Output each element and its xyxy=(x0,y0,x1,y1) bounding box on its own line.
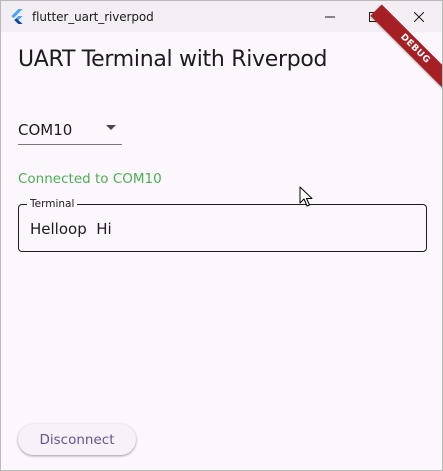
mouse-pointer-icon xyxy=(299,186,313,207)
disconnect-button[interactable]: Disconnect xyxy=(18,424,136,455)
terminal-label: Terminal xyxy=(27,198,78,210)
minimize-button[interactable] xyxy=(307,1,352,32)
flutter-logo-icon xyxy=(11,9,23,24)
window-title: flutter_uart_riverpod xyxy=(32,10,154,24)
terminal-text: Helloop Hi xyxy=(30,220,112,238)
dropdown-arrow-icon xyxy=(106,125,116,130)
app-window: flutter_uart_riverpod UART Terminal with… xyxy=(0,0,443,471)
minimize-icon xyxy=(324,16,335,17)
connection-status: Connected to COM10 xyxy=(18,171,162,187)
port-dropdown-value: COM10 xyxy=(18,121,73,139)
page-title: UART Terminal with Riverpod xyxy=(18,47,328,72)
port-dropdown[interactable]: COM10 xyxy=(18,116,122,145)
debug-banner-label: DEBUG xyxy=(398,32,432,66)
close-icon xyxy=(413,11,424,22)
terminal-field[interactable]: Terminal Helloop Hi xyxy=(18,198,427,252)
